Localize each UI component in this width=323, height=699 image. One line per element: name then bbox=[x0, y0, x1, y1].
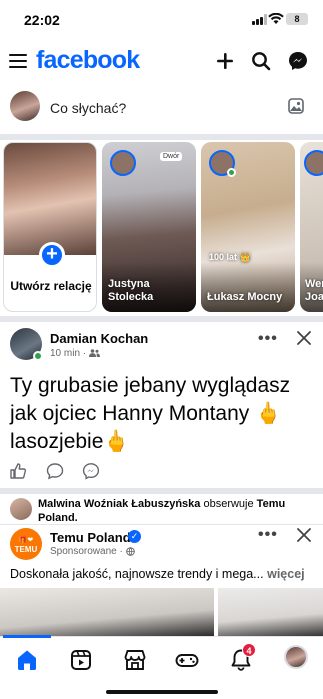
search-icon[interactable] bbox=[250, 50, 272, 72]
story-card[interactable]: 100 lat 👑 Łukasz Mocny bbox=[201, 142, 295, 312]
story-avatar bbox=[304, 150, 323, 176]
post-body-text: Ty grubasie jebany wyglądasz jak ojciec … bbox=[10, 374, 291, 453]
signal-icon bbox=[252, 14, 267, 25]
temu-logo-text: TEMU bbox=[14, 545, 38, 554]
notification-badge: 4 bbox=[242, 643, 256, 657]
photo-icon[interactable] bbox=[288, 98, 304, 114]
messenger-icon[interactable] bbox=[287, 50, 309, 72]
ad-image[interactable] bbox=[0, 588, 214, 636]
composer-placeholder[interactable]: Co słychać? bbox=[50, 100, 126, 116]
ad-text: Doskonała jakość, najnowsze trendy i meg… bbox=[10, 567, 264, 581]
wifi-icon bbox=[268, 13, 284, 24]
home-indicator bbox=[106, 690, 218, 694]
create-story-card[interactable]: + Utwórz relację bbox=[3, 142, 97, 312]
post-actions bbox=[0, 458, 323, 486]
ad-image[interactable] bbox=[218, 588, 323, 636]
story-avatar bbox=[110, 150, 136, 176]
status-bar: 22:02 8 bbox=[0, 0, 323, 40]
follow-activity: Malwina Woźniak Łabuszyńska obserwuje Te… bbox=[0, 494, 323, 524]
share-messenger-icon[interactable] bbox=[82, 462, 100, 480]
post-time: 10 min bbox=[50, 348, 81, 359]
friends-icon bbox=[88, 349, 100, 358]
ad-header: 🎁❤ TEMU Temu Poland ✓ Sponsorowane · ••• bbox=[0, 524, 323, 564]
menu-icon[interactable] bbox=[9, 53, 27, 69]
post-author-name[interactable]: Damian Kochan bbox=[50, 331, 148, 346]
globe-icon bbox=[125, 547, 135, 556]
see-more-link[interactable]: więcej bbox=[267, 567, 305, 581]
sponsored-text: Sponsorowane bbox=[50, 546, 117, 557]
story-card[interactable]: Wer Joa bbox=[300, 142, 323, 312]
marketplace-icon[interactable] bbox=[122, 647, 148, 673]
like-icon[interactable] bbox=[9, 462, 27, 480]
status-time: 22:02 bbox=[24, 12, 60, 28]
avatar[interactable] bbox=[10, 91, 40, 121]
close-icon[interactable] bbox=[296, 527, 312, 543]
comment-icon[interactable] bbox=[46, 462, 64, 480]
avatar[interactable] bbox=[10, 498, 32, 520]
follow-activity-text: Malwina Woźniak Łabuszyńska obserwuje Te… bbox=[38, 497, 316, 525]
stories-tray: + Utwórz relację Dwór Justyna Stolecka 1… bbox=[0, 142, 323, 312]
post-header: Damian Kochan 10 min · ••• bbox=[0, 322, 323, 366]
story-author-name: Łukasz Mocny bbox=[207, 291, 283, 303]
post-timestamp: 10 min · bbox=[50, 348, 100, 359]
video-icon[interactable] bbox=[68, 647, 94, 673]
sponsored-label: Sponsorowane · bbox=[50, 546, 135, 557]
create-story-photo bbox=[4, 143, 96, 255]
active-tab-indicator bbox=[3, 635, 51, 638]
story-card[interactable]: Dwór Justyna Stolecka bbox=[102, 142, 196, 312]
follow-verb: obserwuje bbox=[203, 498, 254, 510]
close-icon[interactable] bbox=[296, 330, 312, 346]
ad-body-text: Doskonała jakość, najnowsze trendy i meg… bbox=[10, 567, 315, 581]
home-icon[interactable] bbox=[14, 647, 40, 673]
gaming-icon[interactable] bbox=[174, 647, 200, 673]
temu-logo[interactable]: 🎁❤ TEMU bbox=[10, 528, 42, 560]
online-indicator bbox=[227, 168, 236, 177]
battery-indicator: 8 bbox=[286, 13, 308, 25]
more-options-icon[interactable]: ••• bbox=[258, 330, 278, 348]
plus-icon[interactable]: + bbox=[39, 242, 65, 268]
ad-page-name[interactable]: Temu Poland bbox=[50, 530, 131, 545]
app-header: facebook bbox=[0, 44, 323, 80]
story-author-name: Wer Joa bbox=[305, 278, 323, 303]
online-indicator bbox=[33, 351, 43, 361]
story-author-name: Justyna Stolecka bbox=[108, 278, 154, 303]
create-story-label: Utwórz relację bbox=[10, 279, 92, 293]
section-divider bbox=[0, 134, 323, 140]
verified-icon: ✓ bbox=[128, 530, 141, 543]
facebook-logo[interactable]: facebook bbox=[36, 46, 140, 75]
plus-icon[interactable] bbox=[214, 50, 236, 72]
follower-name[interactable]: Malwina Woźniak Łabuszyńska bbox=[38, 498, 200, 510]
post-composer[interactable]: Co słychać? bbox=[0, 86, 323, 132]
profile-avatar[interactable] bbox=[284, 645, 308, 669]
more-options-icon[interactable]: ••• bbox=[258, 526, 278, 544]
story-sticker: Dwór bbox=[160, 152, 183, 161]
